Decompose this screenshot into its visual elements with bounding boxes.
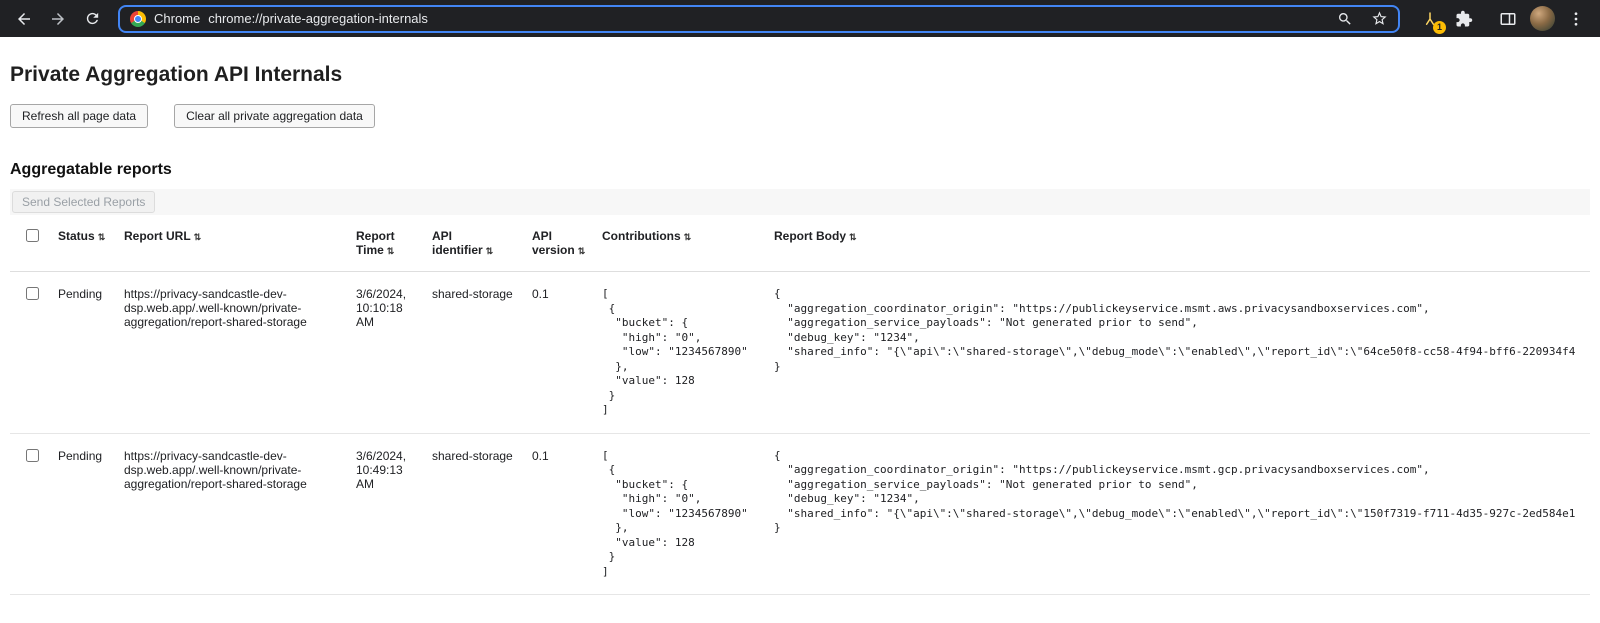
badge-count: 1 — [1433, 21, 1446, 34]
back-icon — [15, 10, 33, 28]
contributions-cell: [ { "bucket": { "high": "0", "low": "123… — [602, 433, 774, 595]
forward-button[interactable] — [42, 3, 74, 35]
sort-icon: ⇅ — [578, 246, 586, 256]
api-identifier-cell: shared-storage — [432, 433, 532, 595]
send-reports-bar: Send Selected Reports — [10, 189, 1590, 215]
sort-icon: ⇅ — [486, 246, 494, 256]
select-all-checkbox[interactable] — [26, 229, 39, 242]
sort-icon: ⇅ — [98, 232, 106, 242]
report-time-cell: 3/6/2024, 10:49:13 AM — [356, 433, 432, 595]
column-label: Report URL — [124, 229, 191, 243]
row-checkbox[interactable] — [26, 287, 39, 300]
search-icon — [1337, 11, 1353, 27]
section-title-aggregatable-reports: Aggregatable reports — [10, 161, 1590, 179]
column-header-report-url[interactable]: Report URL⇅ — [124, 215, 356, 272]
column-header-report-time[interactable]: Report Time⇅ — [356, 215, 432, 272]
api-version-cell: 0.1 — [532, 433, 602, 595]
column-header-api-identifier[interactable]: API identifier⇅ — [432, 215, 532, 272]
api-identifier-cell: shared-storage — [432, 272, 532, 434]
page-title: Private Aggregation API Internals — [10, 63, 1590, 87]
table-row: Pending https://privacy-sandcastle-dev-d… — [10, 272, 1590, 434]
column-label: Report Body — [774, 229, 846, 243]
back-button[interactable] — [8, 3, 40, 35]
column-header-contributions[interactable]: Contributions⇅ — [602, 215, 774, 272]
report-time-cell: 3/6/2024, 10:10:18 AM — [356, 272, 432, 434]
sort-icon: ⇅ — [194, 232, 202, 242]
forward-icon — [49, 10, 67, 28]
browser-toolbar: Chrome chrome://private-aggregation-inte… — [0, 0, 1600, 37]
column-header-report-body[interactable]: Report Body⇅ — [774, 215, 1590, 272]
zoom-button[interactable] — [1332, 6, 1358, 32]
sort-icon: ⇅ — [387, 246, 395, 256]
profile-button[interactable] — [1526, 3, 1558, 35]
page-content: Private Aggregation API Internals Refres… — [0, 63, 1600, 595]
row-checkbox[interactable] — [26, 449, 39, 462]
side-panel-button[interactable] — [1492, 3, 1524, 35]
reload-button[interactable] — [76, 3, 108, 35]
sort-icon: ⇅ — [684, 232, 692, 242]
api-version-cell: 0.1 — [532, 272, 602, 434]
menu-button[interactable] — [1560, 3, 1592, 35]
kebab-menu-icon — [1567, 10, 1585, 28]
column-label: Contributions — [602, 229, 681, 243]
refresh-all-page-data-button[interactable]: Refresh all page data — [10, 104, 148, 128]
side-panel-icon — [1499, 10, 1517, 28]
column-label: Status — [58, 229, 95, 243]
report-url-cell: https://privacy-sandcastle-dev-dsp.web.a… — [124, 272, 356, 434]
report-url-cell: https://privacy-sandcastle-dev-dsp.web.a… — [124, 433, 356, 595]
reload-icon — [84, 10, 101, 27]
bookmark-button[interactable] — [1366, 6, 1392, 32]
column-label: API version — [532, 229, 575, 257]
chrome-logo-icon — [130, 11, 146, 27]
send-selected-reports-button[interactable]: Send Selected Reports — [12, 191, 155, 213]
badged-extension-button[interactable]: 1 — [1414, 3, 1446, 35]
profile-avatar — [1530, 6, 1555, 31]
reports-table: Status⇅ Report URL⇅ Report Time⇅ API ide… — [10, 215, 1590, 595]
table-row: Pending https://privacy-sandcastle-dev-d… — [10, 433, 1590, 595]
column-header-status[interactable]: Status⇅ — [58, 215, 124, 272]
url-text: chrome://private-aggregation-internals — [208, 11, 428, 26]
sort-icon: ⇅ — [849, 232, 857, 242]
clear-all-private-aggregation-data-button[interactable]: Clear all private aggregation data — [174, 104, 375, 128]
table-header-row: Status⇅ Report URL⇅ Report Time⇅ API ide… — [10, 215, 1590, 272]
column-header-api-version[interactable]: API version⇅ — [532, 215, 602, 272]
report-body-cell: { "aggregation_coordinator_origin": "htt… — [774, 433, 1590, 595]
status-cell: Pending — [58, 272, 124, 434]
report-body-cell: { "aggregation_coordinator_origin": "htt… — [774, 272, 1590, 434]
extensions-puzzle-icon — [1455, 10, 1473, 28]
star-icon — [1371, 10, 1388, 27]
address-bar[interactable]: Chrome chrome://private-aggregation-inte… — [118, 5, 1400, 33]
status-cell: Pending — [58, 433, 124, 595]
contributions-cell: [ { "bucket": { "high": "0", "low": "123… — [602, 272, 774, 434]
extensions-button[interactable] — [1448, 3, 1480, 35]
site-label: Chrome — [154, 11, 200, 26]
page-actions: Refresh all page data Clear all private … — [10, 104, 1590, 128]
column-label: API identifier — [432, 229, 483, 257]
